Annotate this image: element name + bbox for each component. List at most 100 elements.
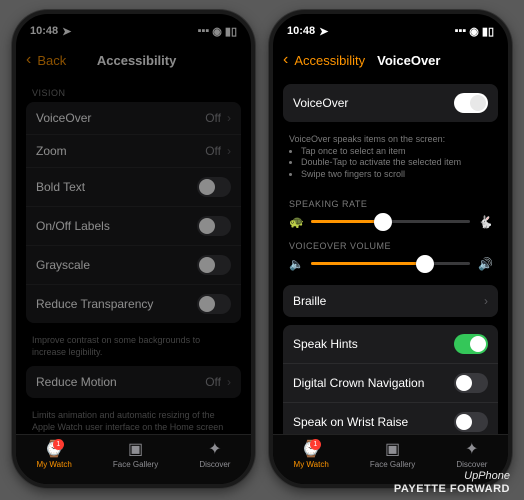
content: VoiceOver VoiceOver speaks items on the … <box>273 76 508 434</box>
notch <box>79 14 189 34</box>
toggle-voiceover[interactable] <box>454 93 488 113</box>
voiceover-description: VoiceOver speaks items on the screen: Ta… <box>283 130 498 189</box>
bullet: Double-Tap to activate the selected item <box>301 157 492 169</box>
row-onoff-labels: On/Off Labels <box>26 207 241 246</box>
back-chevron-icon[interactable]: ‹ <box>26 51 31 69</box>
tab-face-gallery[interactable]: ▣ Face Gallery <box>113 442 158 469</box>
tab-label: Discover <box>456 460 487 469</box>
row-speak-hints: Speak Hints <box>283 325 498 364</box>
desc-text: VoiceOver speaks items on the screen: <box>289 134 445 144</box>
braille-card: Braille › <box>283 285 498 317</box>
toggle-reduce-transparency[interactable] <box>197 294 231 314</box>
signal-icon: ▪▪▪ <box>455 25 467 37</box>
clock: 10:48 <box>30 25 58 37</box>
badge: 1 <box>53 439 64 450</box>
phone-right: 10:48 ➤ ▪▪▪ ◉ ▮▯ ‹ Accessibility VoiceOv… <box>269 10 512 488</box>
watermark: UpPhone PAYETTE FORWARD <box>394 470 510 496</box>
row-label: Reduce Transparency <box>36 297 153 311</box>
reduce-motion-card: Reduce Motion Off › <box>26 366 241 398</box>
row-label: Braille <box>293 294 326 308</box>
chevron-right-icon: › <box>484 294 488 308</box>
back-button[interactable]: Accessibility <box>294 53 365 68</box>
tab-label: My Watch <box>37 460 72 469</box>
row-voiceover-master: VoiceOver <box>283 84 498 122</box>
row-label: Digital Crown Navigation <box>293 376 424 390</box>
turtle-icon: 🐢 <box>289 215 303 229</box>
row-reduce-transparency: Reduce Transparency <box>26 285 241 323</box>
clock: 10:48 <box>287 25 315 37</box>
row-speak-on-wrist-raise: Speak on Wrist Raise <box>283 403 498 434</box>
row-value: Off <box>205 375 221 389</box>
speaker-low-icon: 🔈 <box>289 257 303 271</box>
watermark-line2: PAYETTE FORWARD <box>394 483 510 496</box>
tab-label: Face Gallery <box>370 460 415 469</box>
row-grayscale: Grayscale <box>26 246 241 285</box>
phone-left: 10:48 ➤ ▪▪▪ ◉ ▮▯ ‹ Back Accessibility VI… <box>12 10 255 488</box>
chevron-right-icon: › <box>227 375 231 389</box>
toggle-bold-text[interactable] <box>197 177 231 197</box>
tab-discover[interactable]: ✦ Discover <box>199 442 230 469</box>
back-button[interactable]: Back <box>37 53 66 68</box>
page-title: Accessibility <box>97 53 177 68</box>
row-bold-text: Bold Text <box>26 168 241 207</box>
voiceover-volume-section: VOICEOVER VOLUME 🔈 🔊 <box>283 231 498 273</box>
tab-label: Discover <box>199 460 230 469</box>
toggle-grayscale[interactable] <box>197 255 231 275</box>
tab-face-gallery[interactable]: ▣ Face Gallery <box>370 442 415 469</box>
tab-my-watch[interactable]: ⌚ 1 My Watch <box>294 442 329 469</box>
row-label: Reduce Motion <box>36 375 117 389</box>
row-zoom[interactable]: Zoom Off › <box>26 135 241 168</box>
content: VISION VoiceOver Off› Zoom Off› Bold Tex… <box>16 76 251 434</box>
toggle-digital-crown-nav[interactable] <box>454 373 488 393</box>
toggle-speak-hints[interactable] <box>454 334 488 354</box>
row-label: VoiceOver <box>293 96 348 110</box>
row-label: Speak on Wrist Raise <box>293 415 408 429</box>
speaking-rate-slider[interactable] <box>311 220 470 223</box>
notch <box>336 14 446 34</box>
compass-icon: ✦ <box>208 442 221 458</box>
row-value: Off <box>205 144 221 158</box>
speaking-rate-section: SPEAKING RATE 🐢 🐇 <box>283 189 498 231</box>
section-header-vision: VISION <box>26 76 241 102</box>
tab-discover[interactable]: ✦ Discover <box>456 442 487 469</box>
row-label: Bold Text <box>36 180 85 194</box>
chevron-right-icon: › <box>227 111 231 125</box>
battery-icon: ▮▯ <box>482 25 494 38</box>
row-digital-crown-nav: Digital Crown Navigation <box>283 364 498 403</box>
voiceover-card: VoiceOver <box>283 84 498 122</box>
toggle-onoff-labels[interactable] <box>197 216 231 236</box>
hint-motion: Limits animation and automatic resizing … <box>26 406 241 434</box>
row-voiceover[interactable]: VoiceOver Off› <box>26 102 241 135</box>
row-label: On/Off Labels <box>36 219 110 233</box>
tab-label: My Watch <box>294 460 329 469</box>
row-label: Speak Hints <box>293 337 358 351</box>
voiceover-options-card: Speak Hints Digital Crown Navigation Spe… <box>283 325 498 434</box>
gallery-icon: ▣ <box>128 442 143 458</box>
watermark-line1: UpPhone <box>394 470 510 483</box>
wifi-icon: ◉ <box>469 25 479 38</box>
bullet: Swipe two fingers to scroll <box>301 169 492 181</box>
row-label: Zoom <box>36 144 67 158</box>
slider-header: SPEAKING RATE <box>283 197 498 215</box>
tab-my-watch[interactable]: ⌚ 1 My Watch <box>37 442 72 469</box>
row-reduce-motion[interactable]: Reduce Motion Off › <box>26 366 241 398</box>
tabbar: ⌚ 1 My Watch ▣ Face Gallery ✦ Discover <box>16 434 251 484</box>
speaker-high-icon: 🔊 <box>478 257 492 271</box>
voiceover-volume-slider[interactable] <box>311 262 470 265</box>
chevron-right-icon: › <box>227 144 231 158</box>
battery-icon: ▮▯ <box>225 25 237 38</box>
vision-card: VoiceOver Off› Zoom Off › Bold Text On/Of… <box>26 102 241 323</box>
toggle-speak-wrist-raise[interactable] <box>454 412 488 432</box>
location-icon: ➤ <box>62 25 71 38</box>
navbar: ‹ Accessibility VoiceOver <box>273 44 508 76</box>
hint-transparency: Improve contrast on some backgrounds to … <box>26 331 241 366</box>
back-chevron-icon[interactable]: ‹ <box>283 51 288 69</box>
page-title: VoiceOver <box>377 53 440 68</box>
slider-header: VOICEOVER VOLUME <box>283 239 498 257</box>
row-label: Grayscale <box>36 258 90 272</box>
rabbit-icon: 🐇 <box>478 215 492 229</box>
row-braille[interactable]: Braille › <box>283 285 498 317</box>
row-label: VoiceOver <box>36 111 91 125</box>
tab-label: Face Gallery <box>113 460 158 469</box>
wifi-icon: ◉ <box>212 25 222 38</box>
